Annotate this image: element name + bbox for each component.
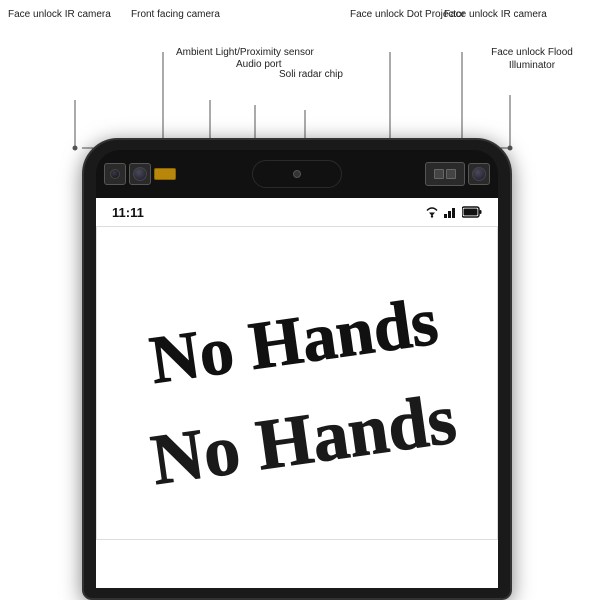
diagram-container: Face unlock IR camera Front facing camer… [0,0,594,600]
ambient-light-sensor [154,168,176,180]
center-speaker-notch [252,160,342,188]
label-soli-radar: Soli radar chip [279,68,343,81]
notch-bar [96,150,498,198]
battery-icon [462,206,482,218]
phone: 11:11 [82,138,512,600]
face-unlock-ir-cam-right [468,163,490,185]
svg-text:No Hands: No Hands [147,378,461,500]
label-front-facing-camera: Front facing camera [131,8,220,21]
status-bar: 11:11 [96,198,498,226]
phone-body: 11:11 [82,138,512,600]
label-face-unlock-ir-right: Face unlock IR camera [444,8,547,21]
handwriting-svg: No Hands No Hands [107,243,487,523]
labels-area: Face unlock IR camera Front facing camer… [0,0,594,155]
screen-content: No Hands No Hands [96,226,498,540]
screen-wrapper: 11:11 [96,198,498,588]
right-camera-cluster [425,162,490,186]
label-face-unlock-ir-left: Face unlock IR camera [8,8,111,21]
wifi-icon [424,206,440,218]
flood-illuminator [446,169,456,179]
speaker-dot [293,170,301,178]
ir-lens-right [472,167,486,181]
front-facing-cam [129,163,151,185]
status-icons [424,206,482,218]
label-face-unlock-flood: Face unlock Flood Illuminator [470,46,594,72]
face-unlock-ir-cam-left [104,163,126,185]
ir-lens-left [110,169,120,179]
front-cam-lens [133,167,147,181]
label-audio-port: Audio port [236,58,282,71]
left-camera-cluster [104,163,176,185]
svg-text:No Hands: No Hands [145,282,442,397]
dot-projector [434,169,444,179]
signal-icon [444,206,458,218]
status-time: 11:11 [112,205,144,220]
dot-projector-box [425,162,465,186]
